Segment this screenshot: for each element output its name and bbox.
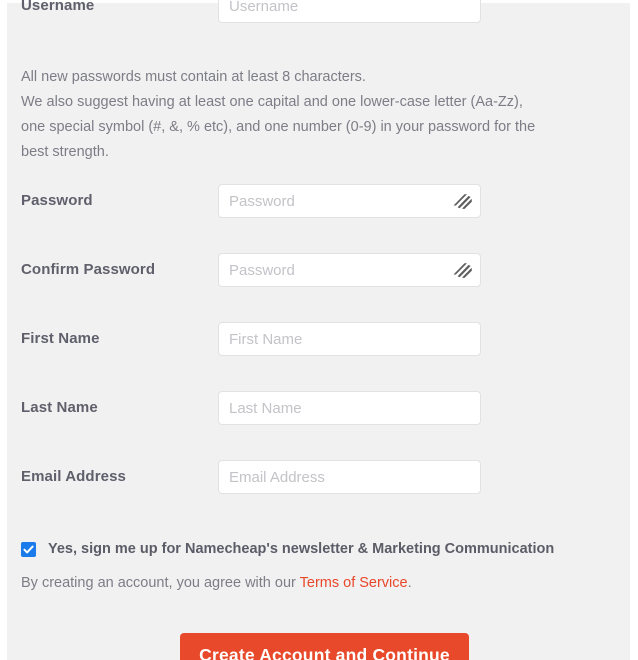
password-visibility-toggle-icon[interactable] xyxy=(451,191,473,211)
input-wrap-confirm-password xyxy=(218,253,481,287)
label-password: Password xyxy=(21,192,93,209)
password-visibility-toggle-icon[interactable] xyxy=(451,260,473,280)
input-first-name[interactable] xyxy=(218,322,481,356)
input-confirm-password[interactable] xyxy=(218,253,481,287)
label-email-address: Email Address xyxy=(21,468,126,485)
input-username[interactable] xyxy=(218,0,481,23)
password-requirements-text: All new passwords must contain at least … xyxy=(21,65,621,165)
label-last-name: Last Name xyxy=(21,399,98,416)
newsletter-optin-row[interactable]: Yes, sign me up for Namecheap's newslett… xyxy=(21,538,554,560)
password-requirements-line: best strength. xyxy=(21,144,109,160)
input-wrap-password xyxy=(218,184,481,218)
input-wrap-email-address xyxy=(218,460,481,494)
terms-of-service-link[interactable]: Terms of Service xyxy=(300,575,408,591)
newsletter-checkbox-label: Yes, sign me up for Namecheap's newslett… xyxy=(48,541,555,557)
field-row-password: Password xyxy=(7,184,630,218)
check-icon xyxy=(23,545,34,553)
input-last-name[interactable] xyxy=(218,391,481,425)
label-first-name: First Name xyxy=(21,330,100,347)
create-account-form-panel: Username Password Confirm Password First Na… xyxy=(7,0,630,660)
field-row-last-name: Last Name xyxy=(7,391,630,425)
input-wrap-first-name xyxy=(218,322,481,356)
input-password[interactable] xyxy=(218,184,481,218)
terms-prefix-text: By creating an account, you agree with o… xyxy=(21,575,300,591)
create-account-and-continue-button[interactable]: Create Account and Continue xyxy=(180,633,469,660)
field-row-confirm-password: Confirm Password xyxy=(7,253,630,287)
terms-suffix-text: . xyxy=(407,575,412,591)
newsletter-checkbox[interactable] xyxy=(21,541,36,557)
password-requirements-line: We also suggest having at least one capi… xyxy=(21,94,523,110)
input-wrap-last-name xyxy=(218,391,481,425)
field-row-username: Username xyxy=(7,0,630,23)
field-row-first-name: First Name xyxy=(7,322,630,356)
label-username: Username xyxy=(21,0,95,14)
input-email-address[interactable] xyxy=(218,460,481,494)
terms-agreement-line: By creating an account, you agree with o… xyxy=(21,573,412,593)
label-confirm-password: Confirm Password xyxy=(21,261,156,278)
password-requirements-line: one special symbol (#, &, % etc), and on… xyxy=(21,119,536,135)
signup-form-page: Username Password Confirm Password First Na… xyxy=(0,0,638,660)
input-wrap-username xyxy=(218,0,481,23)
password-requirements-line: All new passwords must contain at least … xyxy=(21,69,366,85)
field-row-email-address: Email Address xyxy=(7,460,630,494)
